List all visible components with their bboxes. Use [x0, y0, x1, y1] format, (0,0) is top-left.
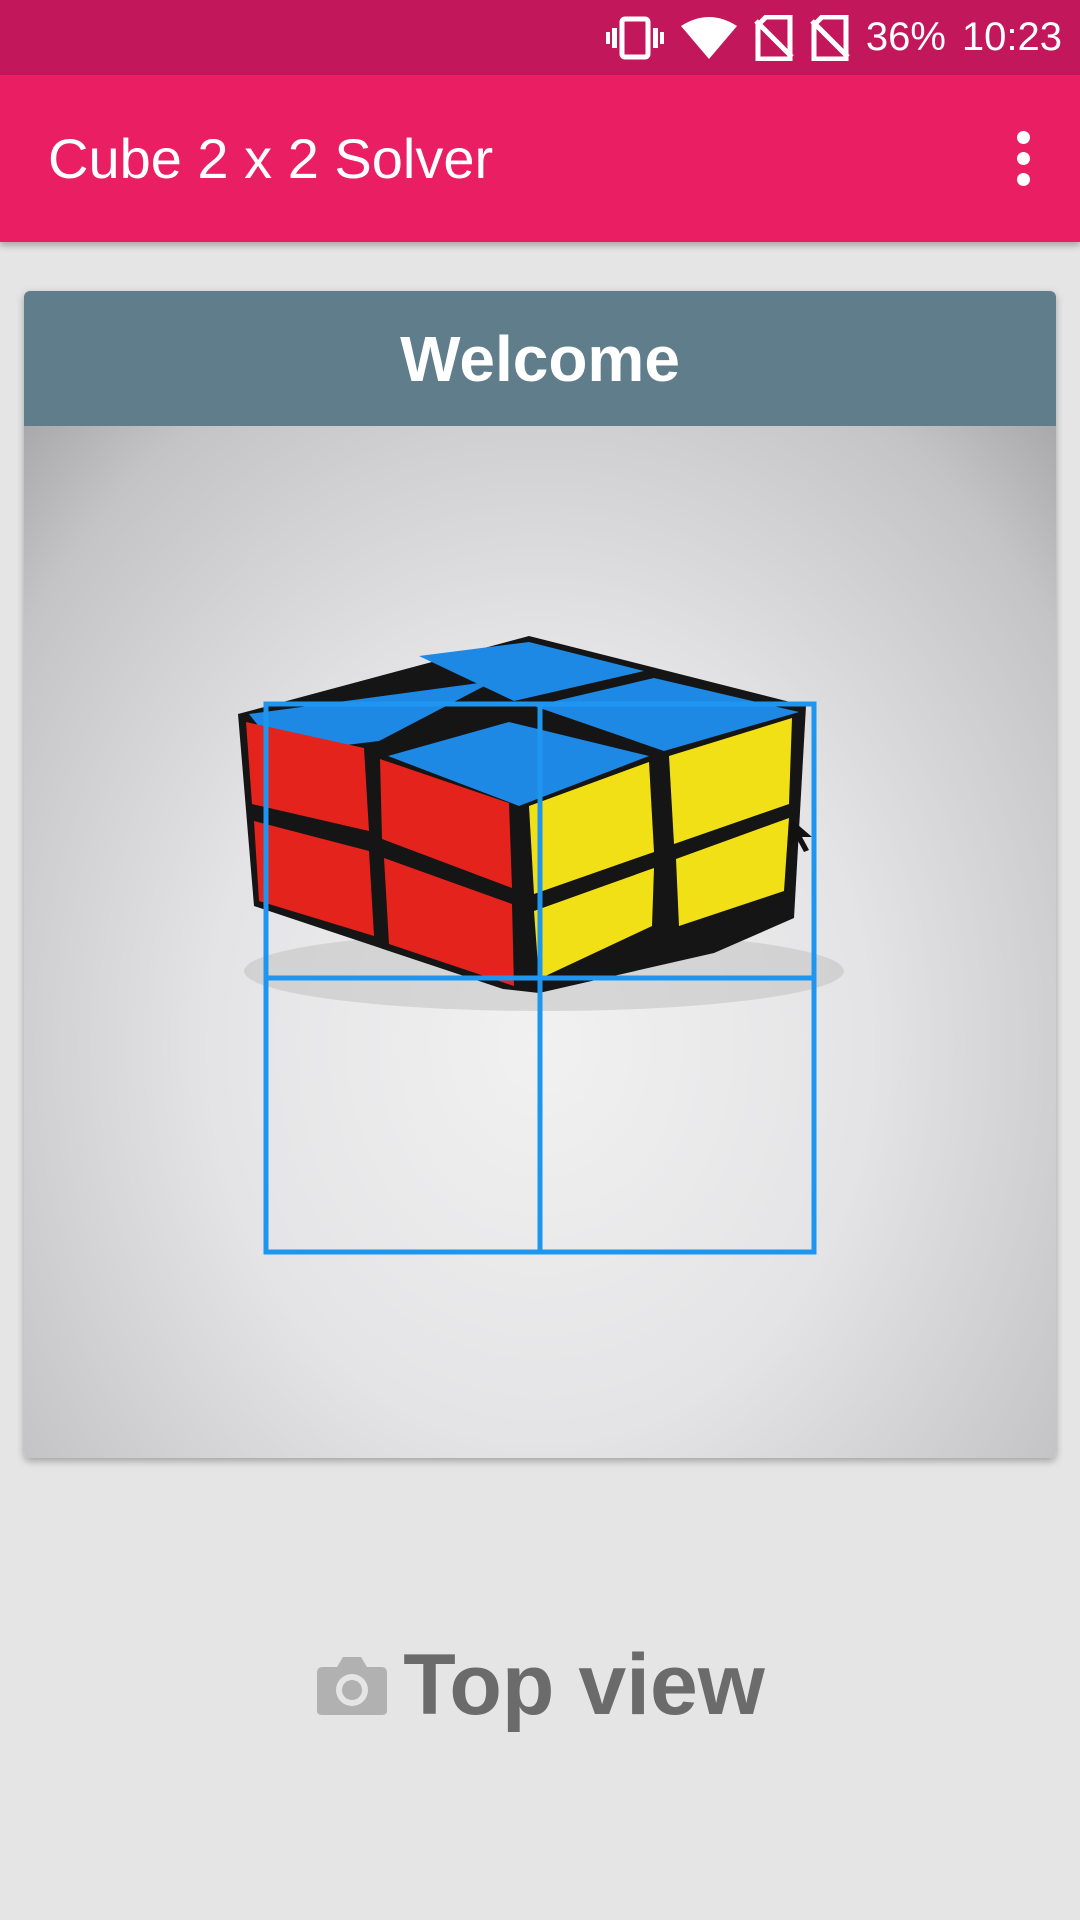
no-sim-icon [754, 14, 794, 61]
clock: 10:23 [961, 15, 1062, 59]
no-sim-icon-2 [810, 14, 850, 61]
app-title: Cube 2 x 2 Solver [48, 127, 494, 190]
more-options-button[interactable] [990, 115, 1056, 201]
card-title: Welcome [400, 322, 680, 395]
top-view-label: Top view [403, 1636, 765, 1733]
camera-preview[interactable] [24, 426, 1056, 1458]
top-view-button[interactable]: Top view [0, 1620, 1080, 1750]
status-bar: 36% 10:23 [0, 0, 1080, 75]
more-vertical-icon-dot [1016, 172, 1030, 186]
vibrate-icon [605, 16, 664, 59]
card-header: Welcome [24, 291, 1056, 426]
more-vertical-icon-dot [1016, 151, 1030, 165]
battery-percent: 36% [865, 15, 946, 59]
status-icons: 36% 10:23 [605, 0, 1062, 75]
welcome-card: Welcome [24, 291, 1056, 1458]
more-vertical-icon [1016, 130, 1030, 144]
camera-icon [317, 1657, 388, 1715]
cube-photo [238, 636, 844, 1255]
app-bar: Cube 2 x 2 Solver [0, 75, 1080, 242]
wifi-icon [680, 16, 737, 59]
